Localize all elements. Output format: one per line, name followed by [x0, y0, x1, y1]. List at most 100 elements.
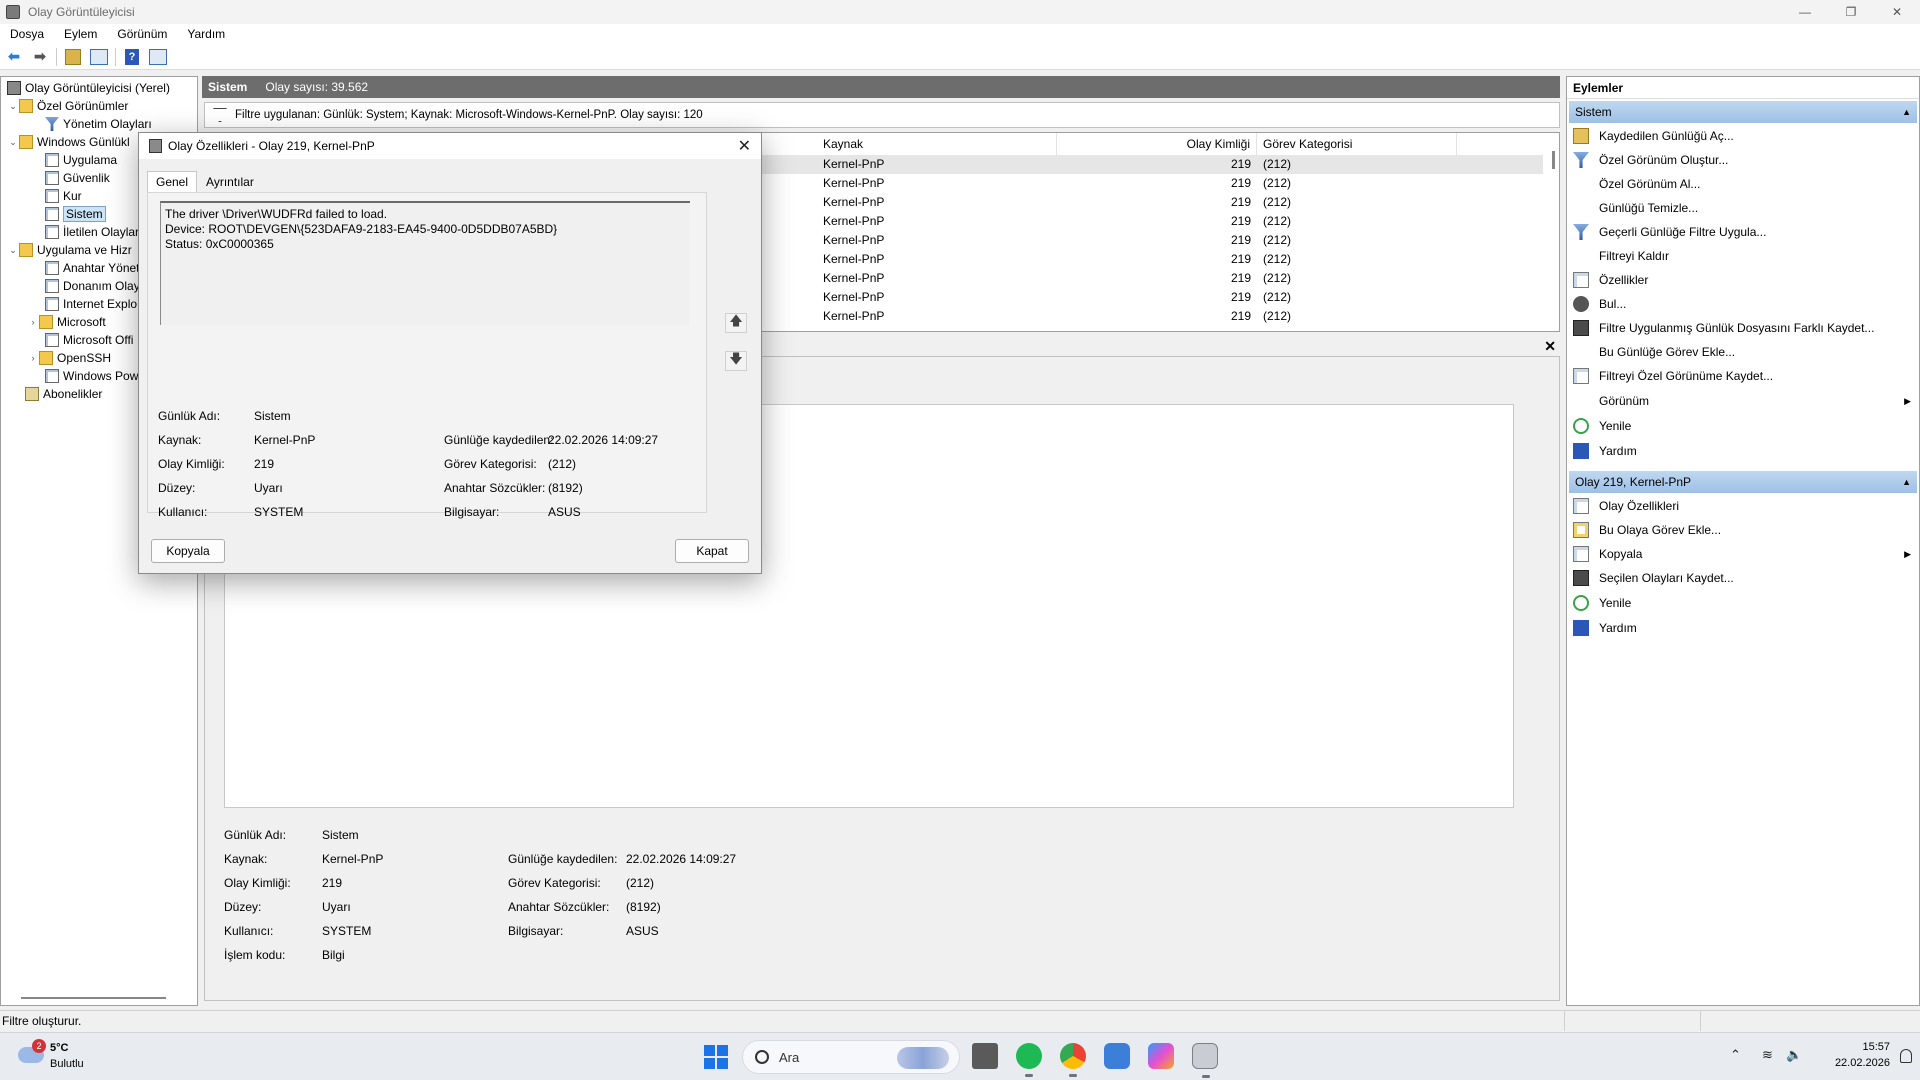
forward-arrow-icon[interactable]: ➡ — [30, 48, 50, 66]
tree-item-event-viewer-local[interactable]: Olay Görüntüleyicisi (Yerel) — [7, 79, 170, 97]
message-line: Status: 0xC0000365 — [165, 237, 274, 251]
action-find[interactable]: Bul... — [1573, 294, 1913, 314]
show-hide-tree-icon[interactable] — [89, 48, 109, 66]
dlg-value-level: Uyarı — [254, 481, 283, 495]
taskbar-search[interactable]: Ara — [742, 1040, 960, 1074]
column-header-source[interactable]: Kaynak — [817, 133, 1057, 155]
action-properties[interactable]: Özellikler — [1573, 270, 1913, 290]
properties-icon — [1573, 272, 1589, 288]
menu-file[interactable]: Dosya — [0, 27, 54, 41]
action-attach-task-to-log[interactable]: Bu Günlüğe Görev Ekle... — [1573, 342, 1913, 362]
tab-general[interactable]: Genel — [147, 171, 198, 193]
log-icon — [45, 261, 59, 275]
menu-view[interactable]: Görünüm — [107, 27, 177, 41]
wifi-icon[interactable]: ≋ — [1762, 1047, 1773, 1063]
action-refresh[interactable]: Yenile — [1573, 416, 1913, 436]
tree-item-internet-explorer[interactable]: Internet Explo — [45, 295, 137, 313]
action-import-custom-view[interactable]: Özel Görünüm Al... — [1573, 174, 1913, 194]
dlg-label-source: Kaynak: — [158, 433, 202, 447]
events-scrollbar[interactable] — [1552, 151, 1555, 169]
dlg-label-user: Kullanıcı: — [158, 505, 208, 519]
action-view[interactable]: Görünüm ▶ — [1573, 391, 1913, 411]
spotify-icon[interactable] — [1016, 1043, 1042, 1077]
refresh-icon — [1573, 418, 1589, 434]
chevron-right-icon[interactable]: › — [27, 353, 39, 363]
help-icon[interactable]: ? — [122, 48, 142, 66]
cell-source: Kernel-PnP — [823, 252, 885, 266]
chrome-icon[interactable] — [1060, 1043, 1086, 1077]
toolbar-separator — [115, 47, 116, 66]
action-refresh-event[interactable]: Yenile — [1573, 593, 1913, 613]
action-clear-filter[interactable]: Filtreyi Kaldır — [1573, 246, 1913, 266]
event-viewer-taskbar-icon[interactable] — [1192, 1043, 1218, 1078]
tree-item-subscriptions[interactable]: Abonelikler — [25, 385, 102, 403]
show-hide-actions-icon[interactable] — [148, 48, 168, 66]
action-attach-task-to-event[interactable]: Bu Olaya Görev Ekle... — [1573, 520, 1913, 540]
copy-button[interactable]: Kopyala — [151, 539, 225, 563]
action-filter-current-log[interactable]: Geçerli Günlüğe Filtre Uygula... — [1573, 222, 1913, 242]
tree-item-windows-powershell[interactable]: Windows Pow — [45, 367, 138, 385]
close-preview-icon[interactable]: ✕ — [1544, 338, 1556, 355]
tree-item-custom-views[interactable]: ⌄ Özel Görünümler — [7, 97, 128, 115]
action-event-properties[interactable]: Olay Özellikleri — [1573, 496, 1913, 516]
tree-item-setup[interactable]: Kur — [45, 187, 82, 205]
tree-item-hardware-events[interactable]: Donanım Olay — [45, 277, 140, 295]
gear-app-icon[interactable] — [1104, 1043, 1130, 1069]
tree-item-applications-services[interactable]: ⌄ Uygulama ve Hizr — [7, 241, 132, 259]
minimize-button[interactable]: — — [1782, 0, 1828, 24]
chevron-down-icon[interactable]: ⌄ — [7, 101, 19, 112]
tree-item-security[interactable]: Güvenlik — [45, 169, 110, 187]
menu-help[interactable]: Yardım — [177, 27, 235, 41]
log-icon — [45, 297, 59, 311]
action-help[interactable]: Yardım — [1573, 441, 1913, 461]
start-button[interactable] — [704, 1045, 728, 1069]
collapse-caret-icon[interactable]: ▲ — [1902, 477, 1911, 487]
actions-section-event[interactable]: Olay 219, Kernel-PnP ▲ — [1569, 471, 1917, 493]
column-header-task-category[interactable]: Görev Kategorisi — [1257, 133, 1457, 155]
notification-bell-icon[interactable] — [1900, 1049, 1912, 1063]
close-window-button[interactable]: ✕ — [1874, 0, 1920, 24]
action-open-saved-log[interactable]: Kaydedilen Günlüğü Aç... — [1573, 126, 1913, 146]
tree-item-forwarded-events[interactable]: İletilen Olaylar — [45, 223, 139, 241]
chevron-down-icon[interactable]: ⌄ — [7, 137, 19, 148]
tree-item-microsoft[interactable]: › Microsoft — [27, 313, 106, 331]
chevron-up-icon[interactable]: ⌃ — [1730, 1047, 1741, 1063]
action-create-custom-view[interactable]: Özel Görünüm Oluştur... — [1573, 150, 1913, 170]
tree-item-key-management[interactable]: Anahtar Yönet — [45, 259, 140, 277]
copilot-icon[interactable] — [1148, 1043, 1174, 1069]
action-copy[interactable]: Kopyala ▶ — [1573, 544, 1913, 564]
event-message-box[interactable]: The driver \Driver\WUDFRd failed to load… — [160, 201, 690, 325]
action-save-filter-to-custom-view[interactable]: Filtreyi Özel Görünüme Kaydet... — [1573, 366, 1913, 386]
chevron-right-icon[interactable]: › — [27, 317, 39, 327]
tree-item-microsoft-office[interactable]: Microsoft Offi — [45, 331, 133, 349]
action-save-selected-events[interactable]: Seçilen Olayları Kaydet... — [1573, 568, 1913, 588]
volume-icon[interactable]: 🔈 — [1786, 1047, 1802, 1063]
up-folder-icon[interactable] — [63, 48, 83, 66]
previous-event-button[interactable]: 🡅 — [725, 313, 747, 333]
collapse-caret-icon[interactable]: ▲ — [1902, 107, 1911, 117]
prop-value-event-id: 219 — [322, 876, 343, 890]
tree-item-openssh[interactable]: › OpenSSH — [27, 349, 111, 367]
back-arrow-icon[interactable]: ⬅ — [4, 48, 24, 66]
tree-item-application[interactable]: Uygulama — [45, 151, 117, 169]
menu-action[interactable]: Eylem — [54, 27, 107, 41]
tree-item-system[interactable]: Sistem — [45, 205, 106, 223]
maximize-button[interactable]: ❐ — [1828, 0, 1874, 24]
action-clear-log[interactable]: Günlüğü Temizle... — [1573, 198, 1913, 218]
menu-bar: Dosya Eylem Görünüm Yardım — [0, 24, 1920, 44]
binoculars-icon — [1573, 296, 1589, 312]
close-button[interactable]: Kapat — [675, 539, 749, 563]
tab-details[interactable]: Ayrıntılar — [197, 171, 263, 193]
task-view-icon[interactable] — [972, 1043, 998, 1069]
clock[interactable]: 15:57 22.02.2026 — [1835, 1039, 1890, 1071]
next-event-button[interactable]: 🡇 — [725, 351, 747, 371]
chevron-down-icon[interactable]: ⌄ — [7, 245, 19, 256]
action-save-filtered-log[interactable]: Filtre Uygulanmış Günlük Dosyasını Farkl… — [1573, 318, 1913, 338]
tree-horizontal-scrollbar[interactable] — [21, 997, 166, 999]
dialog-close-icon[interactable]: ✕ — [738, 136, 751, 156]
actions-section-system[interactable]: Sistem ▲ — [1569, 101, 1917, 123]
action-help-event[interactable]: Yardım — [1573, 618, 1913, 638]
tree-item-admin-events[interactable]: Yönetim Olayları — [45, 115, 152, 133]
column-header-event-id[interactable]: Olay Kimliği — [1057, 133, 1257, 155]
tree-item-windows-logs[interactable]: ⌄ Windows Günlükl — [7, 133, 130, 151]
